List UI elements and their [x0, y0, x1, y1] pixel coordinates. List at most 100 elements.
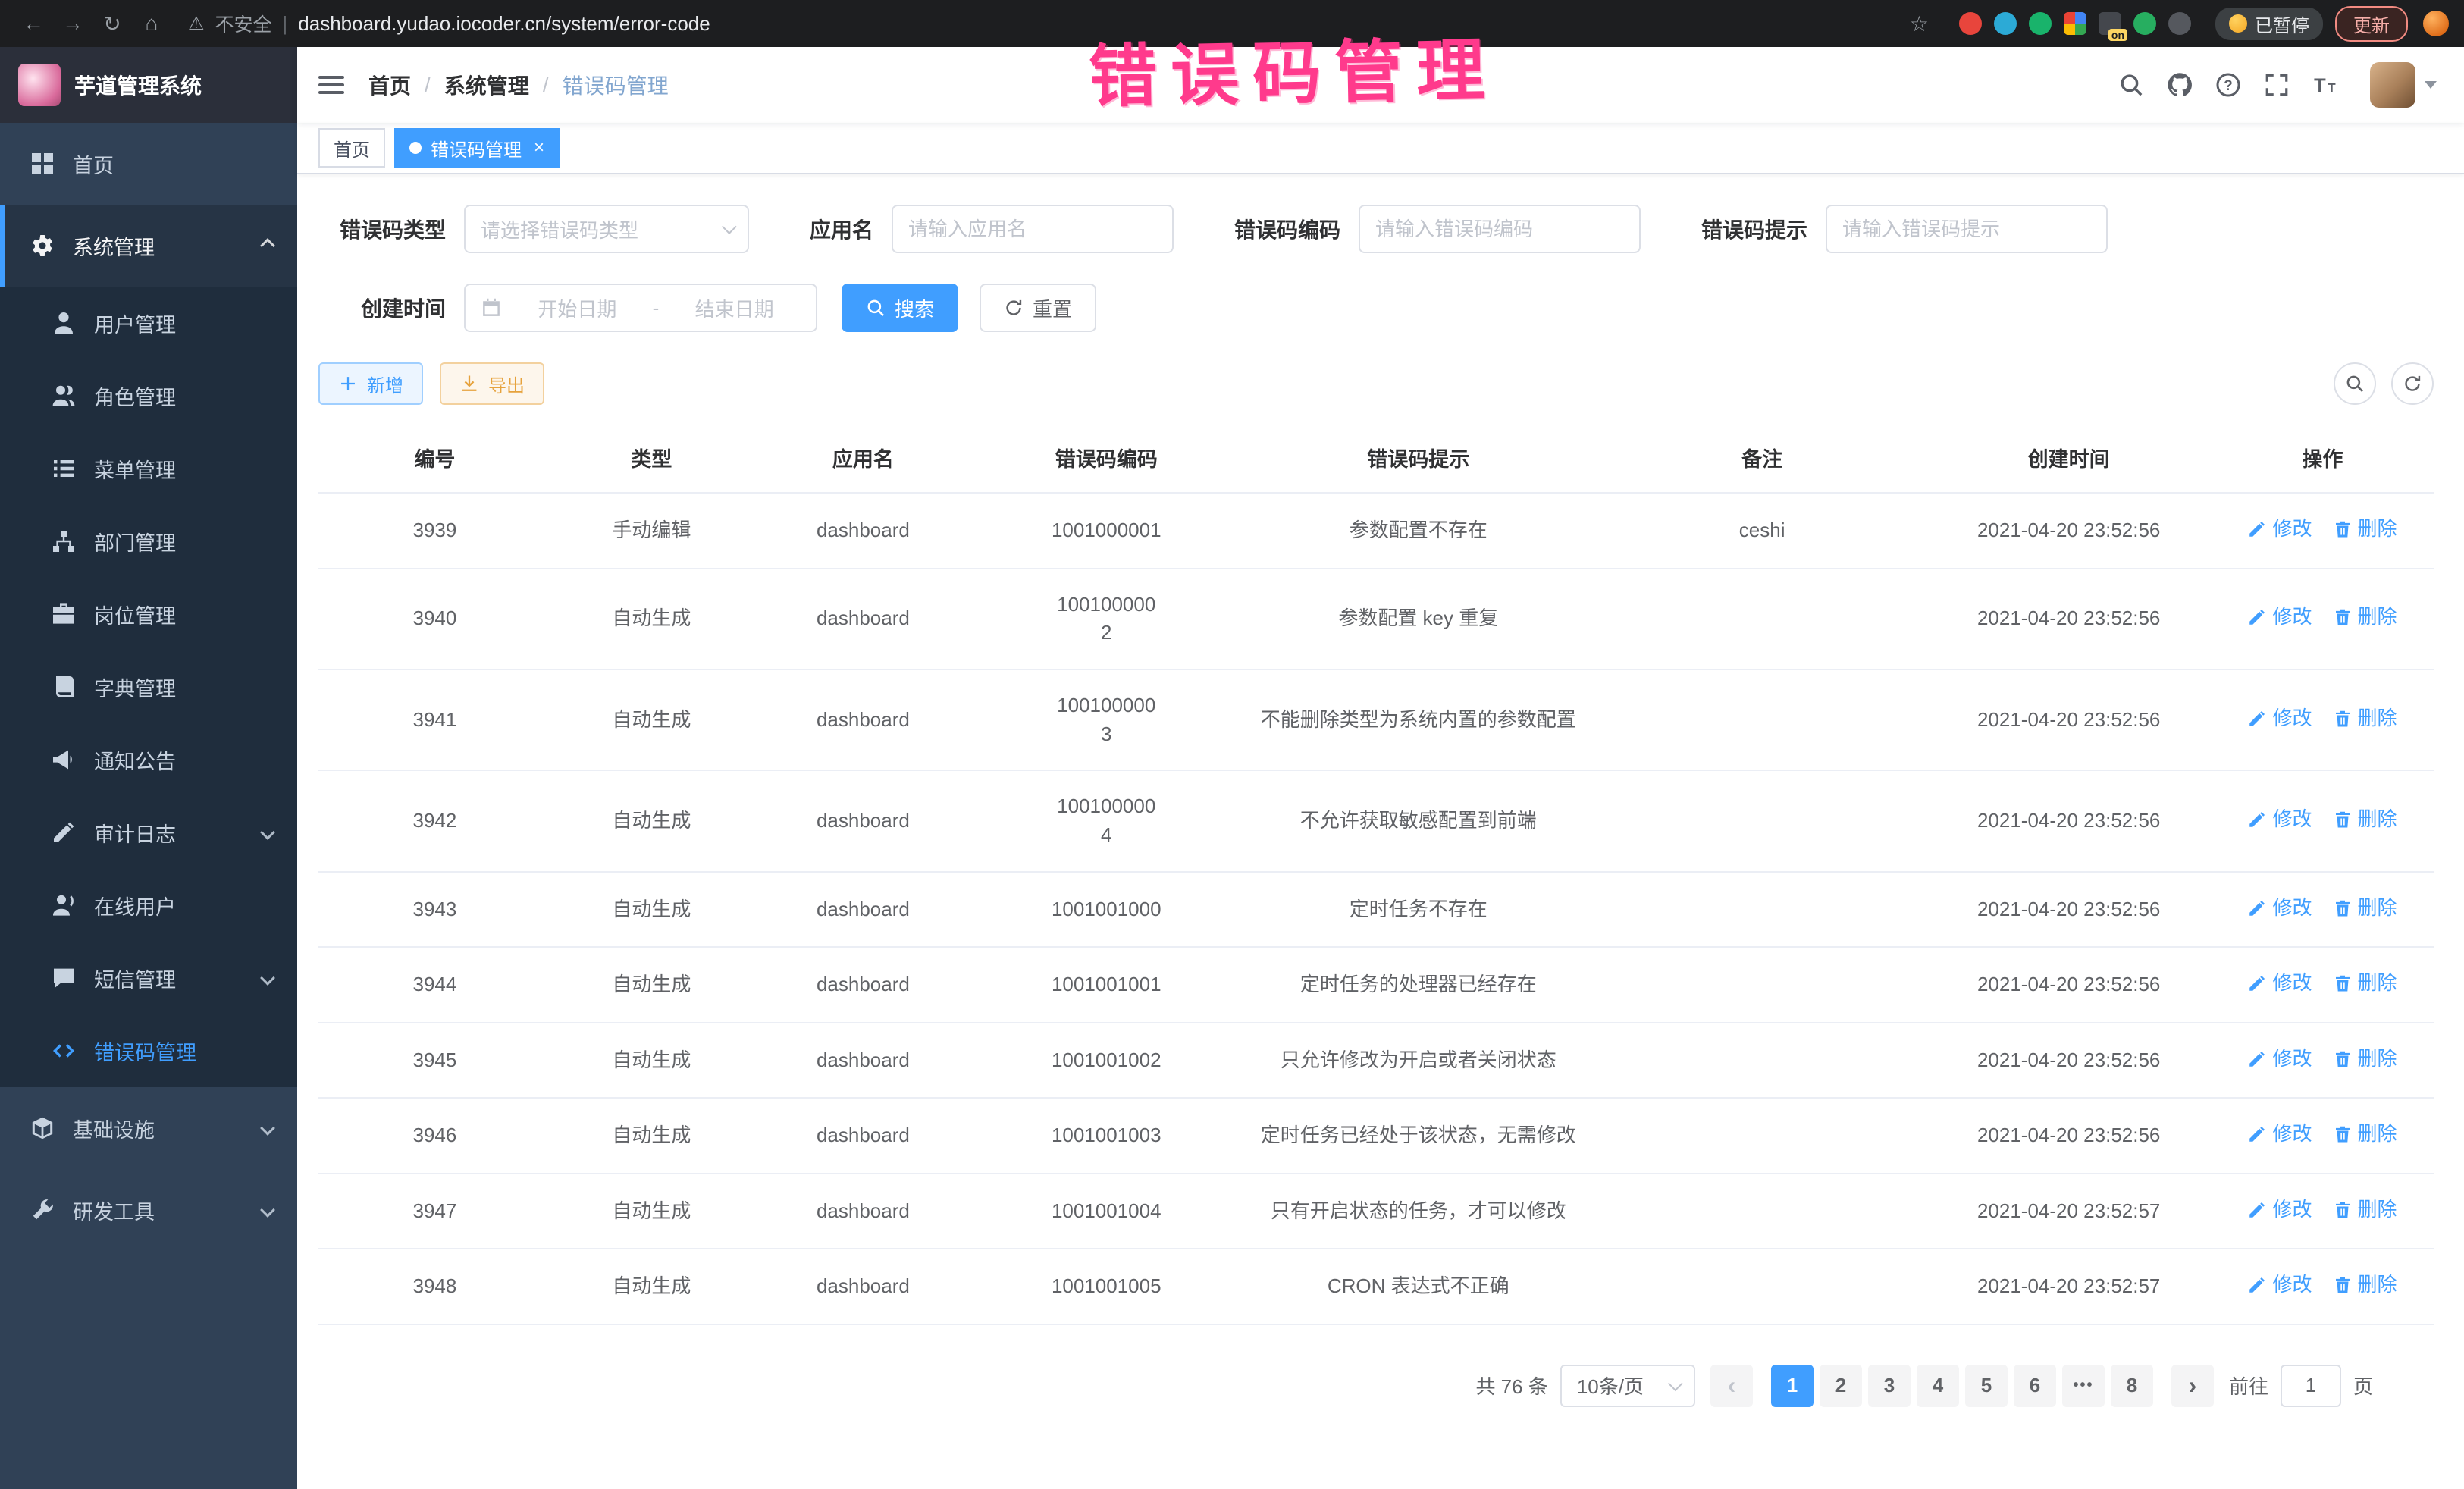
tab-error-code[interactable]: 错误码管理×	[394, 128, 560, 168]
app-name-input[interactable]	[892, 205, 1174, 253]
sidebar-item-dict-management[interactable]: 字典管理	[0, 650, 297, 723]
filter-form: 错误码类型 请选择错误码类型 应用名 错误码编码	[318, 205, 2434, 332]
edit-link[interactable]: 修改	[2248, 805, 2312, 834]
sidebar-item-role-management[interactable]: 角色管理	[0, 359, 297, 432]
sidebar-item-online-users[interactable]: 在线用户	[0, 869, 297, 942]
page-button-5[interactable]: 5	[1965, 1365, 2008, 1407]
delete-link[interactable]: 删除	[2334, 1120, 2397, 1149]
github-icon[interactable]	[2167, 72, 2193, 98]
date-range-picker[interactable]: 开始日期 - 结束日期	[464, 284, 817, 332]
error-code-input[interactable]	[1359, 205, 1641, 253]
next-page-button[interactable]: ›	[2171, 1365, 2214, 1407]
edit-link[interactable]: 修改	[2248, 1196, 2312, 1224]
update-button[interactable]: 更新	[2335, 6, 2408, 42]
extension-icon-2[interactable]	[1994, 12, 2017, 35]
more-pages-button[interactable]: •••	[2062, 1365, 2105, 1407]
page-button-2[interactable]: 2	[1820, 1365, 1862, 1407]
search-button[interactable]: 搜索	[842, 284, 958, 332]
paused-badge[interactable]: 已暂停	[2215, 8, 2323, 40]
breadcrumb-item[interactable]: 系统管理	[444, 70, 529, 100]
edit-link[interactable]: 修改	[2248, 1271, 2312, 1299]
hamburger-icon[interactable]	[318, 67, 344, 103]
sidebar-item-infrastructure[interactable]: 基础设施	[0, 1087, 297, 1169]
browser-profile-avatar[interactable]	[2423, 11, 2449, 36]
page-button-8[interactable]: 8	[2111, 1365, 2153, 1407]
delete-link[interactable]: 删除	[2334, 805, 2397, 834]
toggle-search-button[interactable]	[2334, 362, 2376, 405]
refresh-table-button[interactable]	[2391, 362, 2434, 405]
export-button[interactable]: 导出	[440, 362, 544, 405]
delete-link[interactable]: 删除	[2334, 704, 2397, 733]
table-header-row: 编号类型应用名错误码编码错误码提示备注创建时间操作	[318, 423, 2434, 493]
help-icon[interactable]: ?	[2215, 72, 2241, 98]
app-logo[interactable]: 芋道管理系统	[0, 47, 297, 123]
extension-icon-6[interactable]	[2133, 12, 2156, 35]
delete-link[interactable]: 删除	[2334, 894, 2397, 923]
cell-id: 3941	[318, 669, 551, 770]
chevron-down-icon	[722, 219, 737, 234]
cell-id: 3945	[318, 1023, 551, 1099]
extension-icon-5[interactable]: on	[2099, 12, 2121, 35]
bookmark-star-icon[interactable]: ☆	[1910, 11, 1929, 36]
sidebar-item-label: 审计日志	[94, 818, 176, 848]
page-button-6[interactable]: 6	[2014, 1365, 2056, 1407]
sidebar-item-audit-log[interactable]: 审计日志	[0, 796, 297, 869]
browser-home-icon[interactable]: ⌂	[133, 7, 170, 40]
delete-link[interactable]: 删除	[2334, 515, 2397, 544]
cell-created: 2021-04-20 23:52:56	[1926, 770, 2212, 871]
breadcrumb-item[interactable]: 首页	[368, 70, 411, 100]
page-size-select[interactable]: 10条/页	[1560, 1365, 1695, 1407]
pencil-icon	[2248, 608, 2266, 626]
page-button-3[interactable]: 3	[1868, 1365, 1911, 1407]
browser-back-icon[interactable]: ←	[15, 7, 52, 40]
delete-link[interactable]: 删除	[2334, 1271, 2397, 1299]
cell-type: 自动生成	[551, 1023, 752, 1099]
sidebar-item-home[interactable]: 首页	[0, 123, 297, 205]
edit-link[interactable]: 修改	[2248, 1045, 2312, 1074]
browser-forward-icon[interactable]: →	[55, 7, 91, 40]
delete-link[interactable]: 删除	[2334, 603, 2397, 632]
close-icon[interactable]: ×	[534, 139, 544, 157]
user-avatar[interactable]	[2370, 62, 2437, 108]
prev-page-button[interactable]: ‹	[1710, 1365, 1753, 1407]
delete-link[interactable]: 删除	[2334, 1196, 2397, 1224]
cell-remark	[1598, 872, 1926, 948]
edit-link[interactable]: 修改	[2248, 603, 2312, 632]
page-button-1[interactable]: 1	[1771, 1365, 1814, 1407]
sidebar-item-dept-management[interactable]: 部门管理	[0, 505, 297, 578]
sidebar-item-sms-management[interactable]: 短信管理	[0, 942, 297, 1014]
sidebar-item-notice[interactable]: 通知公告	[0, 723, 297, 796]
delete-link[interactable]: 删除	[2334, 969, 2397, 998]
sidebar-item-post-management[interactable]: 岗位管理	[0, 578, 297, 650]
search-icon[interactable]	[2118, 72, 2144, 98]
edit-link[interactable]: 修改	[2248, 894, 2312, 923]
page-button-4[interactable]: 4	[1917, 1365, 1959, 1407]
sidebar-item-menu-management[interactable]: 菜单管理	[0, 432, 297, 505]
address-bar[interactable]: ⚠ 不安全 | dashboard.yudao.iocoder.cn/syste…	[188, 10, 1929, 37]
sidebar-item-system-management[interactable]: 系统管理	[0, 205, 297, 287]
fullscreen-icon[interactable]	[2264, 72, 2290, 98]
extension-icon-1[interactable]	[1959, 12, 1982, 35]
edit-link[interactable]: 修改	[2248, 704, 2312, 733]
extension-icon-3[interactable]	[2029, 12, 2052, 35]
font-size-icon[interactable]: TT	[2312, 72, 2338, 98]
delete-link[interactable]: 删除	[2334, 1045, 2397, 1074]
extension-icon-7[interactable]	[2168, 12, 2191, 35]
error-type-select[interactable]: 请选择错误码类型	[464, 205, 749, 253]
goto-page-input[interactable]	[2281, 1365, 2341, 1407]
sidebar-item-dev-tools[interactable]: 研发工具	[0, 1169, 297, 1251]
reset-button[interactable]: 重置	[980, 284, 1096, 332]
edit-link[interactable]: 修改	[2248, 969, 2312, 998]
browser-reload-icon[interactable]: ↻	[94, 7, 130, 40]
toolbar-right	[2334, 362, 2434, 405]
sidebar-item-user-management[interactable]: 用户管理	[0, 287, 297, 359]
tab-home[interactable]: 首页	[318, 128, 385, 168]
sidebar-item-error-code-management[interactable]: 错误码管理	[0, 1014, 297, 1087]
add-button[interactable]: 新增	[318, 362, 423, 405]
edit-link[interactable]: 修改	[2248, 515, 2312, 544]
extension-icon-4[interactable]	[2064, 12, 2086, 35]
breadcrumb-separator: /	[543, 73, 549, 97]
error-hint-input[interactable]	[1826, 205, 2108, 253]
cell-id: 3942	[318, 770, 551, 871]
edit-link[interactable]: 修改	[2248, 1120, 2312, 1149]
